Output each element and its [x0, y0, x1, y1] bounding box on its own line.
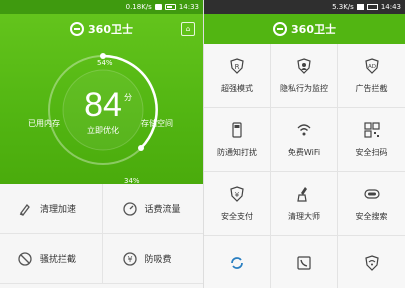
- score-gauge[interactable]: 84 分 立即优化: [45, 52, 161, 168]
- tile-label: 超强模式: [221, 83, 253, 93]
- svg-text:R: R: [235, 63, 240, 71]
- feature-clean[interactable]: 清理加速: [0, 184, 102, 233]
- refresh-icon: [229, 255, 245, 271]
- tile-label: 隐私行为监控: [280, 83, 328, 93]
- tile-cleaner[interactable]: 清理大师: [271, 172, 338, 236]
- clock: 14:43: [380, 3, 401, 11]
- tile-label: 安全支付: [221, 211, 253, 221]
- status-bar: 5.3K/s 14:43: [204, 0, 405, 14]
- app-header: 360卫士: [0, 20, 203, 38]
- tile-wifi-shield[interactable]: [338, 236, 405, 288]
- feature-label: 防吸费: [144, 255, 172, 265]
- network-speed: 5.3K/s: [332, 3, 354, 11]
- tile-label: 广告拦截: [355, 83, 388, 93]
- feature-traffic[interactable]: 话费流量: [101, 184, 204, 233]
- tile-safe-pay[interactable]: ¥ 安全支付: [204, 172, 271, 236]
- yen-shield-icon: ¥: [229, 185, 245, 202]
- tile-phone[interactable]: [271, 236, 338, 288]
- tools-screen: 5.3K/s 14:43 360卫士 R 超强模式 隐私行为监控 AD 广告拦截: [203, 0, 405, 288]
- search-pill-icon: [363, 186, 380, 202]
- app-title: 360卫士: [88, 23, 133, 36]
- app-header: 360卫士: [204, 14, 405, 44]
- person-shield-icon: [296, 57, 312, 74]
- feature-anti-fee[interactable]: ¥ 防吸费: [101, 234, 204, 283]
- tile-free-wifi[interactable]: 免费WiFi: [271, 108, 338, 172]
- memory-percent: 54%: [97, 59, 113, 67]
- r-shield-icon: R: [229, 57, 245, 74]
- network-speed: 0.18K/s: [125, 3, 152, 11]
- feature-label: 话费流量: [144, 205, 181, 215]
- feature-grid: 清理加速 话费流量 骚扰拦截 ¥ 防吸费: [0, 184, 203, 288]
- tile-label: 安全扫码: [355, 147, 388, 157]
- ad-shield-icon: AD: [364, 57, 380, 74]
- tile-super-mode[interactable]: R 超强模式: [204, 44, 271, 108]
- notify-phone-icon: [229, 121, 245, 138]
- battery-icon: [164, 4, 176, 10]
- broom-icon: [296, 186, 312, 202]
- tile-safe-search[interactable]: 安全搜索: [338, 172, 405, 236]
- svg-text:¥: ¥: [235, 191, 240, 199]
- signal-icon: [154, 4, 162, 10]
- wifi-icon: [296, 122, 312, 138]
- wifi-shield-icon: [364, 255, 380, 271]
- tile-label: 安全搜索: [355, 211, 388, 221]
- feature-label: 清理加速: [40, 205, 77, 215]
- tile-label: 免费WiFi: [287, 147, 321, 157]
- score-unit: 分: [124, 93, 132, 102]
- logo-icon: [70, 22, 85, 36]
- signal-icon: [356, 4, 364, 10]
- tile-safe-scan[interactable]: 安全扫码: [338, 108, 405, 172]
- broom-icon: [18, 202, 32, 216]
- home-screen: 0.18K/s 14:33 360卫士 ⌂ 84 分 立即优化 54% 已用内存…: [0, 0, 203, 288]
- tile-label: 防通知打扰: [217, 147, 257, 157]
- tile-notify-block[interactable]: 防通知打扰: [204, 108, 271, 172]
- tile-privacy-monitor[interactable]: 隐私行为监控: [271, 44, 338, 108]
- feature-block[interactable]: 骚扰拦截: [0, 234, 102, 283]
- tile-refresh[interactable]: [204, 236, 271, 288]
- qr-code-icon: [363, 121, 380, 138]
- coin-shield-icon: ¥: [122, 251, 137, 266]
- logo-icon: [273, 22, 288, 36]
- app-title: 360卫士: [291, 23, 336, 36]
- clock: 14:33: [178, 3, 199, 11]
- score-panel: 360卫士 ⌂ 84 分 立即优化 54% 已用内存 存储空间 34%: [0, 14, 203, 185]
- app-screens: 0.18K/s 14:33 360卫士 ⌂ 84 分 立即优化 54% 已用内存…: [0, 0, 405, 288]
- tools-grid: R 超强模式 隐私行为监控 AD 广告拦截 防通知打扰 免费WiFi 安全扫码 …: [204, 44, 405, 288]
- feature-label: 骚扰拦截: [40, 255, 77, 265]
- shirt-icon[interactable]: ⌂: [181, 22, 195, 36]
- tile-ad-block[interactable]: AD 广告拦截: [338, 44, 405, 108]
- svg-text:AD: AD: [368, 64, 376, 70]
- svg-text:¥: ¥: [127, 255, 132, 264]
- meter-icon: [122, 201, 137, 216]
- block-icon: [18, 251, 32, 266]
- phone-icon: [296, 255, 312, 271]
- memory-label: 已用内存: [28, 119, 60, 128]
- status-bar: 0.18K/s 14:33: [0, 0, 203, 14]
- storage-label: 存储空间: [141, 119, 173, 128]
- battery-icon: [366, 4, 378, 10]
- tile-label: 清理大师: [288, 211, 320, 221]
